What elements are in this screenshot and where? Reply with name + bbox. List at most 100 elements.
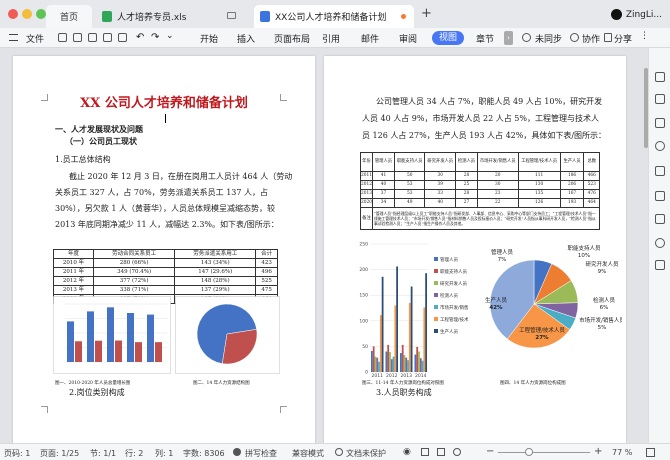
bar	[378, 361, 380, 372]
status-page[interactable]: 页面: 1/25	[40, 448, 79, 459]
table-cell: 53	[393, 189, 426, 199]
minimize-window-button[interactable]	[22, 9, 32, 19]
menu-page-layout[interactable]: 页面布局	[274, 32, 310, 45]
user-account[interactable]: ZingLi...	[610, 9, 662, 20]
redo-icon[interactable]: ↷	[151, 32, 159, 43]
save-icon[interactable]	[73, 33, 82, 42]
table-cell: 167	[559, 189, 585, 199]
table-cell: 135	[517, 189, 561, 199]
document-workspace[interactable]: XX 公司人才培养和储备计划 一、人才发展现状及问题 （一）公司员工现状 1.员…	[0, 48, 644, 443]
unsync-status[interactable]: 未同步	[535, 32, 562, 45]
position-structure-pie-chart[interactable]: 管理人员7% 职能支持人员10%研究开发人员9% 检测人员6% 市场开发/销售人员5%…	[484, 244, 622, 376]
status-page-number: 页码: 1	[4, 449, 31, 458]
table-cell: 22	[477, 198, 519, 208]
table-cell: 338 (71%)	[93, 285, 176, 295]
side-tool-icon[interactable]	[655, 238, 665, 248]
side-tool-icon[interactable]	[655, 72, 665, 82]
side-tool-icon[interactable]	[655, 118, 665, 128]
table-cell: 41	[371, 171, 395, 181]
legend-label: 市场开发/销售	[440, 304, 469, 311]
format-painter-icon[interactable]	[118, 33, 127, 42]
more-icon[interactable]: ⌄	[166, 31, 174, 41]
side-tool-icon[interactable]	[655, 166, 665, 176]
page-left[interactable]: XX 公司人才培养和储备计划 一、人才发展现状及问题 （一）公司员工现状 1.员…	[13, 56, 315, 443]
tab-document[interactable]: XX公司人才培养和储备计划	[254, 5, 414, 28]
bar	[419, 358, 422, 372]
pie-percent: 6%	[600, 305, 609, 311]
close-tab-icon[interactable]	[401, 14, 406, 19]
figure-caption: 图一、2010-2020 年人员总量增长图	[55, 381, 131, 386]
margin-mark	[280, 406, 287, 413]
eye-icon[interactable]: ◉	[403, 447, 411, 457]
legend-swatch	[434, 317, 438, 321]
table-row: 2010 年 280 (66%) 143 (34%) 423	[52, 258, 278, 268]
preview-icon[interactable]	[103, 33, 112, 42]
menu-insert[interactable]: 插入	[237, 32, 255, 45]
menu-file[interactable]: 文件	[26, 32, 44, 45]
bar	[408, 302, 411, 372]
pie-percent: 5%	[598, 325, 607, 331]
menu-mail[interactable]: 邮件	[361, 32, 379, 45]
x-tick-label: 2011	[372, 373, 384, 378]
fit-page-icon[interactable]	[646, 448, 655, 457]
side-toolbar	[648, 48, 670, 443]
status-words[interactable]: 字数: 8306	[183, 448, 225, 459]
ribbon-scroll-right[interactable]: ›	[504, 31, 513, 45]
status-spellcheck[interactable]: 拼写检查	[245, 448, 277, 459]
table-row: 2011 年 349 (70.4%) 147 (29.6%) 496	[52, 267, 278, 277]
bar	[155, 342, 162, 362]
table-cell: 466	[583, 171, 600, 181]
table-cell: 2010 年	[52, 258, 95, 268]
lock-icon[interactable]	[655, 191, 665, 201]
close-window-button[interactable]	[8, 9, 18, 19]
staff-structure-pie-chart[interactable]	[175, 296, 280, 374]
open-folder-icon[interactable]	[58, 33, 67, 42]
table-cell: 53	[393, 180, 426, 190]
maximize-window-button[interactable]	[36, 9, 46, 19]
zoom-in-button[interactable]: +	[594, 446, 602, 457]
menu-chapter[interactable]: 章节	[476, 32, 494, 45]
table-cell: 23	[477, 189, 519, 199]
outline-view-icon[interactable]	[421, 448, 429, 456]
table-row: 2011 41 50 30 28 20 111 186 466	[360, 171, 600, 181]
share-button[interactable]: 分享	[614, 32, 632, 45]
position-comparison-bar-chart[interactable]: 250 200 150 100 50 0 2011 2012 2013 2014 管理人员职能支持人…	[354, 236, 484, 379]
menu-start[interactable]: 开始	[200, 32, 218, 45]
position-table[interactable]: 年份 管理人员 职能支持人员 研究开发人员 检测人员 市场开发/销售人员 工程管…	[360, 152, 601, 230]
side-tool-icon[interactable]	[655, 214, 665, 224]
status-protect[interactable]: 文档未保护	[346, 448, 386, 459]
collab-button[interactable]: 协作	[582, 32, 600, 45]
legend-label: 生产人员	[440, 328, 458, 335]
bar	[381, 276, 384, 372]
side-tool-icon[interactable]	[655, 141, 665, 151]
menu-review[interactable]: 审阅	[399, 32, 417, 45]
spreadsheet-icon	[102, 11, 112, 22]
print-icon[interactable]	[88, 33, 97, 42]
table-cell: 20	[477, 171, 519, 181]
tab-home[interactable]: 首页	[46, 5, 92, 28]
menu-icon[interactable]	[9, 34, 18, 41]
zoom-out-button[interactable]: −	[486, 446, 494, 457]
side-tool-icon[interactable]	[655, 260, 665, 270]
table-row: 2012 40 53 39 25 30 130 206 523	[360, 180, 600, 190]
zoom-slider[interactable]	[498, 452, 590, 453]
table-cell: 28	[454, 171, 479, 181]
menu-reference[interactable]: 引用	[322, 32, 340, 45]
x-tick-label: 2013	[401, 373, 413, 378]
undo-icon[interactable]: ↶	[136, 32, 144, 43]
tab-spreadsheet[interactable]: 人才培养专员.xls	[96, 5, 246, 28]
new-tab-button[interactable]: +	[421, 6, 432, 21]
bar	[127, 312, 134, 362]
table-cell: 377 (72%)	[93, 276, 176, 286]
more-options-icon[interactable]: ⋮	[640, 31, 649, 41]
page-view-icon[interactable]	[437, 448, 445, 456]
web-view-icon[interactable]	[453, 448, 461, 456]
table-cell: 50	[393, 171, 426, 181]
staff-growth-bar-chart[interactable]	[53, 296, 171, 374]
menu-view[interactable]: 视图	[432, 31, 464, 45]
zoom-level[interactable]: 77 %	[612, 448, 632, 457]
side-tool-icon[interactable]	[655, 94, 665, 104]
zoom-slider-thumb[interactable]	[525, 448, 533, 456]
monitor-icon[interactable]	[227, 12, 236, 19]
page-right[interactable]: 公司管理人员 34 人占 7%，职能人员 49 人占 10%，研究开发 人员 4…	[324, 56, 626, 443]
